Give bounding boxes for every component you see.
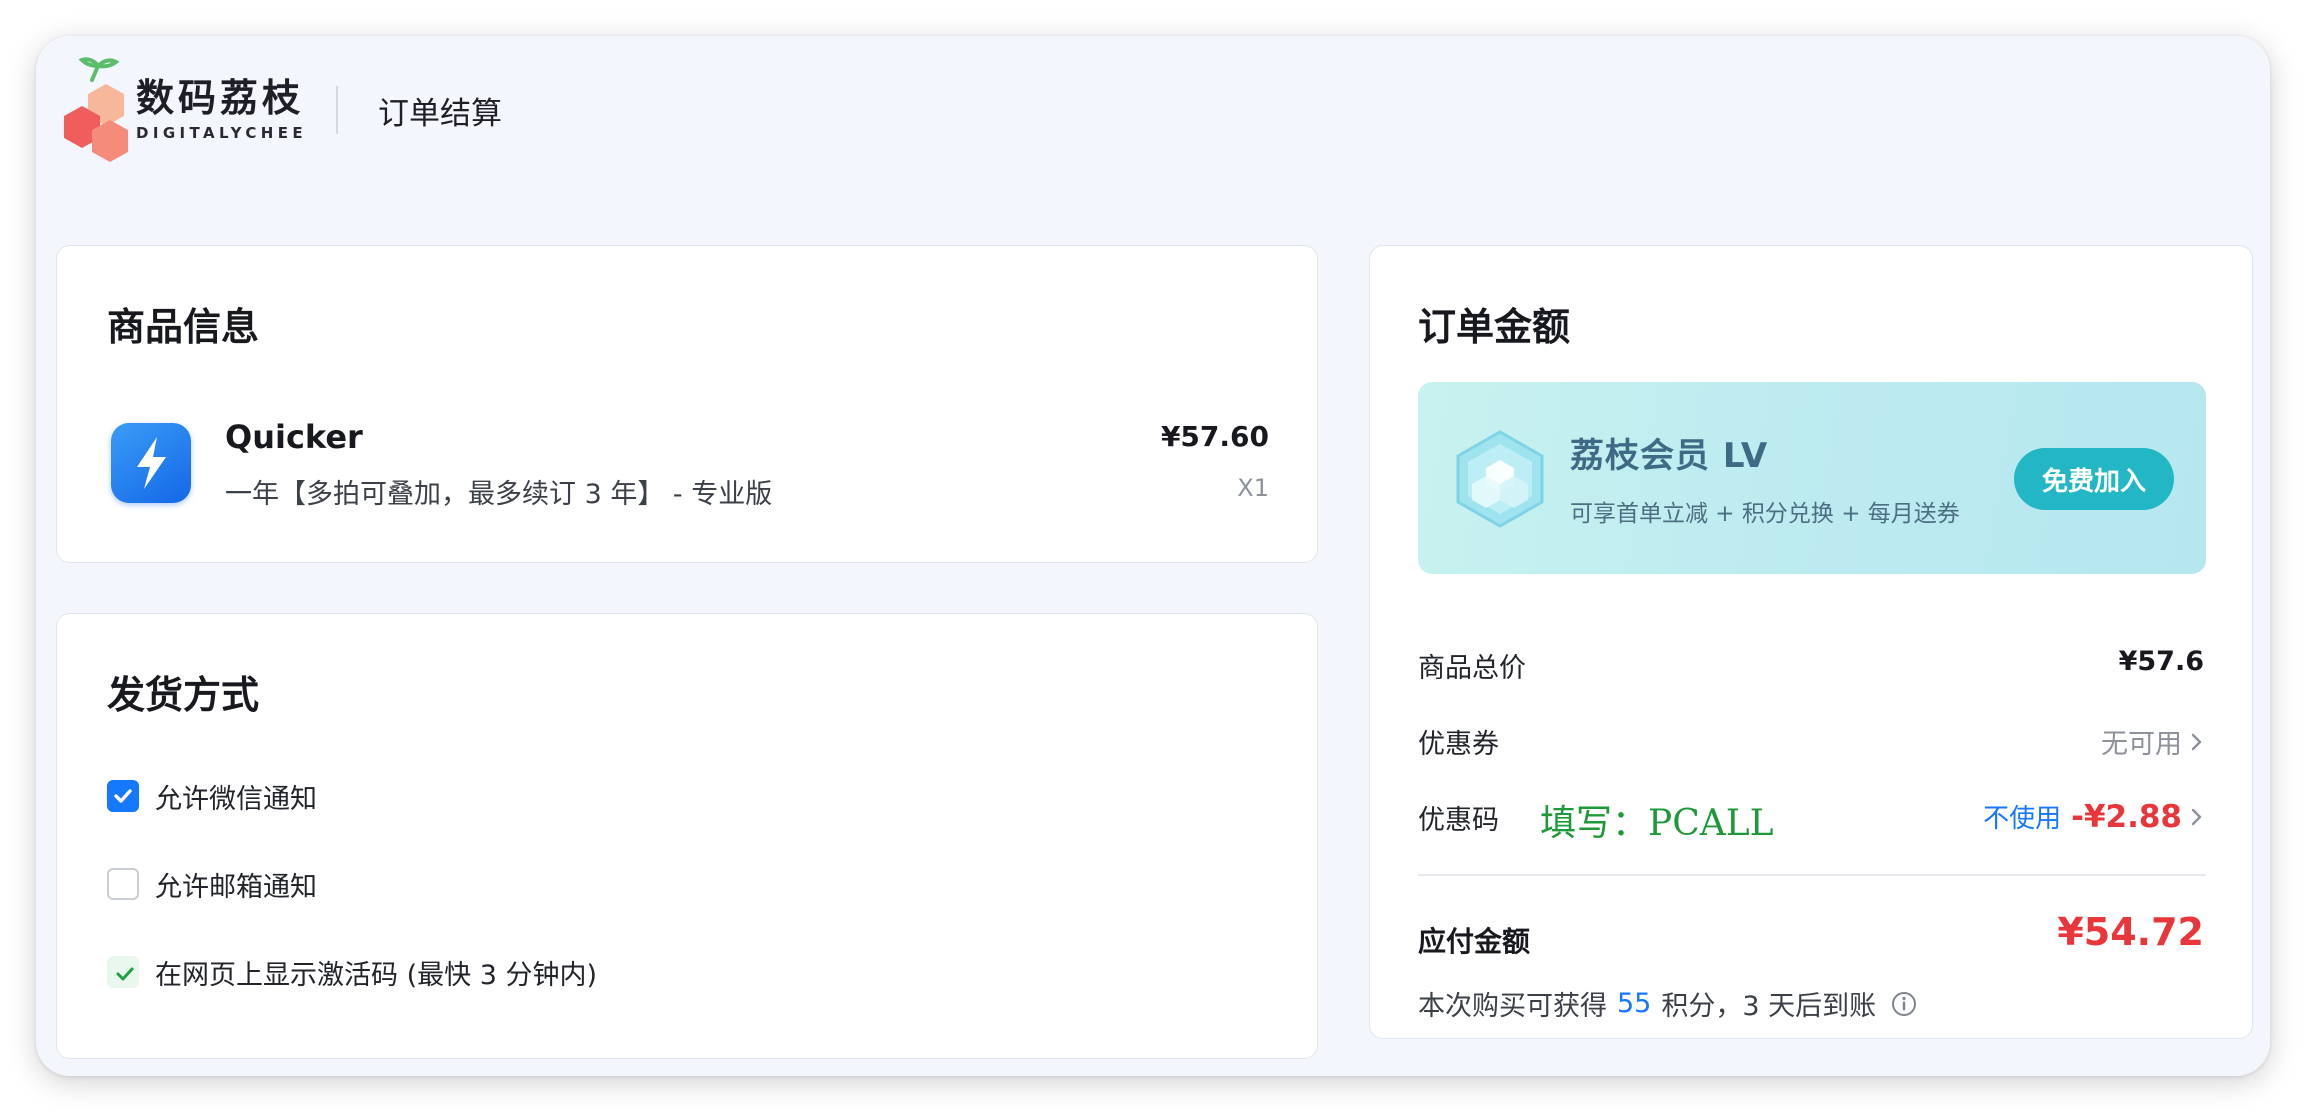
payable-amount: ¥54.72: [2057, 910, 2204, 954]
points-prefix: 本次购买可获得: [1418, 991, 1607, 1022]
email-notify-option[interactable]: 允许邮箱通知: [107, 866, 317, 903]
wechat-notify-option[interactable]: 允许微信通知: [107, 778, 317, 815]
chevron-right-icon: [2191, 733, 2202, 750]
promo-discount: -¥2.88: [2071, 798, 2182, 835]
header-divider: [336, 86, 338, 134]
member-description: 可享首单立减 + 积分兑换 + 每月送券: [1570, 501, 1960, 527]
page-title: 订单结算: [378, 96, 502, 132]
amount-divider: [1418, 874, 2206, 876]
lightning-bolt-icon: [111, 423, 191, 503]
check-icon: [116, 967, 134, 981]
header: 数码荔枝 DIGITALYCHEE 订单结算: [36, 36, 2270, 186]
member-banner: 荔枝会员 LV 可享首单立减 + 积分兑换 + 每月送券 免费加入: [1418, 382, 2206, 574]
subtotal-value: ¥57.6: [2118, 646, 2204, 677]
product-info-card: 商品信息 Quicker 一年【多拍可叠加，最多续订 3 年】 - 专业版 ¥5…: [56, 245, 1318, 563]
member-title: 荔枝会员 LV: [1570, 436, 1769, 476]
product-quantity: X1: [1237, 474, 1269, 502]
points-amount: 55: [1617, 988, 1652, 1019]
promo-code-label: 优惠码: [1418, 805, 1499, 836]
payable-label: 应付金额: [1418, 925, 1531, 958]
points-info: 本次购买可获得 55 积分，3 天后到账: [1418, 984, 1918, 1023]
join-member-button[interactable]: 免费加入: [2014, 448, 2174, 510]
show-code-checkbox[interactable]: [107, 956, 139, 988]
check-icon: [114, 789, 132, 803]
brand-name-en: DIGITALYCHEE: [136, 124, 308, 142]
promo-code-selector[interactable]: 不使用 -¥2.88: [1983, 798, 2204, 835]
info-icon[interactable]: [1890, 990, 1918, 1018]
wechat-notify-checkbox[interactable]: [107, 780, 139, 812]
brand-name: 数码荔枝: [136, 76, 305, 120]
show-code-label: 在网页上显示激活码 (最快 3 分钟内): [155, 959, 597, 991]
order-amount-card: 订单金额 荔枝会员 LV 可享首单立减 + 积分兑换 + 每月送券 免费加入 商…: [1369, 245, 2253, 1039]
checkout-window: 数码荔枝 DIGITALYCHEE 订单结算 商品信息 Quicker 一年【多…: [36, 36, 2270, 1076]
order-section-title: 订单金额: [1418, 305, 1571, 349]
points-suffix: 积分，3 天后到账: [1661, 991, 1877, 1022]
show-code-option[interactable]: 在网页上显示激活码 (最快 3 分钟内): [107, 954, 597, 991]
delivery-method-card: 发货方式 允许微信通知 允许邮箱通知 在网页上显示激活码 (最快 3 分钟内): [56, 613, 1318, 1059]
coupon-selector[interactable]: 无可用: [2101, 722, 2204, 761]
chevron-right-icon: [2191, 808, 2202, 825]
coupon-label: 优惠券: [1418, 729, 1499, 760]
coupon-value: 无可用: [2101, 729, 2182, 760]
promo-code-hint: 填写：PCALL: [1540, 803, 1774, 844]
email-notify-label: 允许邮箱通知: [155, 871, 317, 903]
product-price: ¥57.60: [1160, 420, 1269, 453]
lychee-logo-icon[interactable]: [54, 54, 144, 166]
member-gem-icon: [1456, 430, 1544, 528]
subtotal-label: 商品总价: [1418, 653, 1526, 684]
promo-not-use-link[interactable]: 不使用: [1983, 798, 2061, 835]
product-section-title: 商品信息: [107, 305, 260, 349]
wechat-notify-label: 允许微信通知: [155, 783, 317, 815]
brand: 数码荔枝 DIGITALYCHEE: [136, 76, 307, 142]
product-name: Quicker: [225, 418, 363, 456]
delivery-section-title: 发货方式: [107, 673, 260, 717]
product-description: 一年【多拍可叠加，最多续订 3 年】 - 专业版: [225, 479, 773, 510]
email-notify-checkbox[interactable]: [107, 868, 139, 900]
